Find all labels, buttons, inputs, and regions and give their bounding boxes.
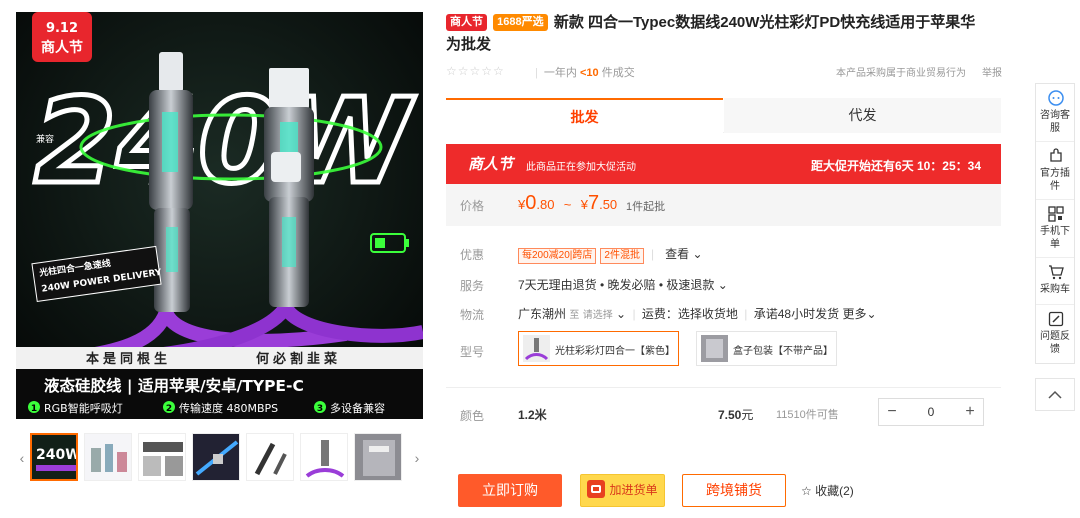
slogan-text: 液态硅胶线 | 适用苹果/安卓/TYPE-C [44, 376, 304, 396]
sku-row: 颜色 1.2米 7.50元 11510件可售 − 0 + [446, 398, 1001, 428]
feature-text: 多设备兼容 [330, 401, 385, 415]
feature-num: 2 [166, 404, 172, 414]
plus-button[interactable]: + [957, 399, 983, 425]
chat-icon [1048, 90, 1064, 106]
tab-dropship[interactable]: 代发 [724, 98, 1001, 133]
sidebar-item-mobile-order[interactable]: 手机下单 [1036, 200, 1074, 258]
promo-countdown: 距大促开始还有6天 10：25：34 [810, 159, 981, 173]
product-title-row: 商人节 1688严选 新款 四合一Typec数据线240W光柱彩灯PD快充线适用… [446, 12, 986, 56]
feature-num: 1 [31, 404, 37, 414]
thumbnail[interactable] [246, 433, 294, 481]
sidebar-item-feedback[interactable]: 问题反馈 [1036, 305, 1074, 363]
thumbnail[interactable] [354, 433, 402, 481]
minus-button[interactable]: − [879, 399, 905, 425]
sidebar-item-consult[interactable]: 咨询客服 [1036, 84, 1074, 142]
add-to-cart-button[interactable]: 加进货单 [580, 474, 665, 507]
price-range: ¥0.80 ~ ¥7.50 [518, 192, 618, 214]
chevron-up-icon [1048, 390, 1062, 399]
favorite-button[interactable]: ☆ 收藏(2) [801, 482, 854, 499]
price-label: 价格 [460, 199, 485, 213]
badge-title: 商人节 [41, 39, 83, 56]
chevron-down-icon: ⌄ [717, 278, 728, 292]
sku-name: 1.2米 [518, 408, 547, 422]
sku-price: 7.50元 [718, 408, 754, 422]
promo-text: 此商品正在参加大促活动 [526, 162, 636, 173]
quantity-stepper: − 0 + [878, 398, 984, 426]
model-option[interactable]: 盒子包装【不带产品】 [696, 331, 837, 366]
feature-text: RGB智能呼吸灯 [44, 401, 123, 415]
thumbnail[interactable]: 240W [30, 433, 78, 481]
sku-stock: 11510件可售 [776, 409, 839, 421]
badge-date: 9.12 [46, 21, 78, 36]
thumb-prev-arrow[interactable]: ‹ [16, 447, 28, 469]
chevron-down-icon: ⌄ [692, 247, 703, 261]
tab-wholesale[interactable]: 批发 [446, 98, 723, 133]
min-order-qty: 1件起批 [626, 201, 666, 213]
chevron-down-icon: ⌄ [866, 307, 877, 321]
cross-border-button[interactable]: 跨境铺货 [682, 474, 786, 507]
discount-label: 优惠 [460, 248, 485, 262]
sidebar-item-purchase-cart[interactable]: 采购车 [1036, 258, 1074, 305]
quantity-input[interactable]: 0 [905, 405, 957, 419]
purchase-mode-tabs: 批发 代发 [446, 98, 1001, 133]
festival-badge: 商人节 [446, 14, 487, 31]
selection-badge: 1688严选 [493, 14, 548, 31]
cart-icon [1049, 265, 1064, 280]
star-icon: ☆ [801, 484, 812, 498]
feedback-icon [1048, 311, 1064, 327]
discount-view-link[interactable]: 查看 ⌄ [665, 247, 702, 261]
logistics-row: 物流 广东潮州 至 请选择 ⌄ | 运费：选择收货地 | 承诺48小时发货 更多… [460, 307, 877, 322]
price-box: 价格 ¥0.80 ~ ¥7.50 1件起批 [446, 184, 1001, 226]
feature-text: 传输速度 480MBPS [179, 401, 278, 415]
report-link[interactable]: 举报 [982, 64, 1002, 79]
trade-note: 本产品采购属于商业贸易行为 [836, 68, 966, 79]
band-left-text: 本是同根生 [86, 351, 171, 367]
logistics-more[interactable]: 更多⌄ [842, 307, 876, 321]
thumbnail[interactable] [138, 433, 186, 481]
thumbnail[interactable] [84, 433, 132, 481]
band-right-text: 何必割韭菜 [256, 351, 341, 367]
buy-now-button[interactable]: 立即订购 [458, 474, 562, 507]
cart-icon [587, 480, 606, 498]
sales-count: <10 [579, 67, 599, 79]
service-label: 服务 [460, 279, 485, 293]
meta-row: ☆☆☆☆☆ | 一年内 <10 件成交 本产品采购属于商业贸易行为 举报 [446, 64, 1002, 80]
service-text[interactable]: 7天无理由退货 • 晚发必赔 • 极速退款 ⌄ [518, 276, 728, 293]
logistics-origin: 广东潮州 [518, 307, 567, 321]
logistics-label: 物流 [460, 308, 485, 322]
thumbnail-strip: ‹ 240W › [16, 431, 423, 485]
puzzle-icon [1050, 148, 1062, 162]
sku-label: 颜色 [460, 409, 485, 423]
promo-banner: 商人节 此商品正在参加大促活动 距大促开始还有6天 10：25：34 [446, 144, 1001, 184]
thumb-next-arrow[interactable]: › [411, 447, 423, 469]
promo-logo: 商人节 [468, 156, 514, 173]
model-option[interactable]: 光柱彩彩灯四合一【紫色】 [518, 331, 679, 366]
coupon-badge[interactable]: 2件混批 [600, 248, 644, 264]
model-label: 型号 [460, 345, 485, 359]
ship-promise: 承诺48小时发货 [753, 307, 840, 321]
divider [446, 387, 1001, 388]
freight-text: 运费：选择收货地 [641, 307, 738, 321]
service-row: 服务 7天无理由退货 • 晚发必赔 • 极速退款 ⌄ [446, 274, 1001, 294]
sidebar-item-plugin[interactable]: 官方插件 [1036, 142, 1074, 200]
thumbnail[interactable] [300, 433, 348, 481]
discount-row: 优惠 每200减20|跨店 2件混批 | 查看 ⌄ [460, 247, 703, 264]
back-to-top-button[interactable] [1035, 378, 1075, 411]
compat-label: 兼容 [36, 133, 54, 145]
rating-stars: ☆☆☆☆☆ [446, 64, 505, 78]
svg-text:240W: 240W [36, 447, 78, 463]
right-sidebar: 咨询客服 官方插件 手机下单 采购车 问题反馈 [1035, 83, 1075, 364]
chevron-down-icon[interactable]: ⌄ [616, 307, 626, 321]
coupon-badge[interactable]: 每200减20|跨店 [518, 248, 597, 264]
sales-info: | 一年内 <10 件成交 [535, 67, 635, 79]
big-240w-text: 240W [34, 72, 415, 210]
destination-select[interactable]: 请选择 [583, 310, 613, 321]
thumbnail[interactable] [192, 433, 240, 481]
qrcode-icon [1048, 206, 1064, 222]
feature-num: 3 [317, 404, 323, 414]
main-product-image[interactable]: 240W 9.12 商人节 兼容 光柱四合一急速线 240W POWER DEL… [16, 12, 423, 419]
